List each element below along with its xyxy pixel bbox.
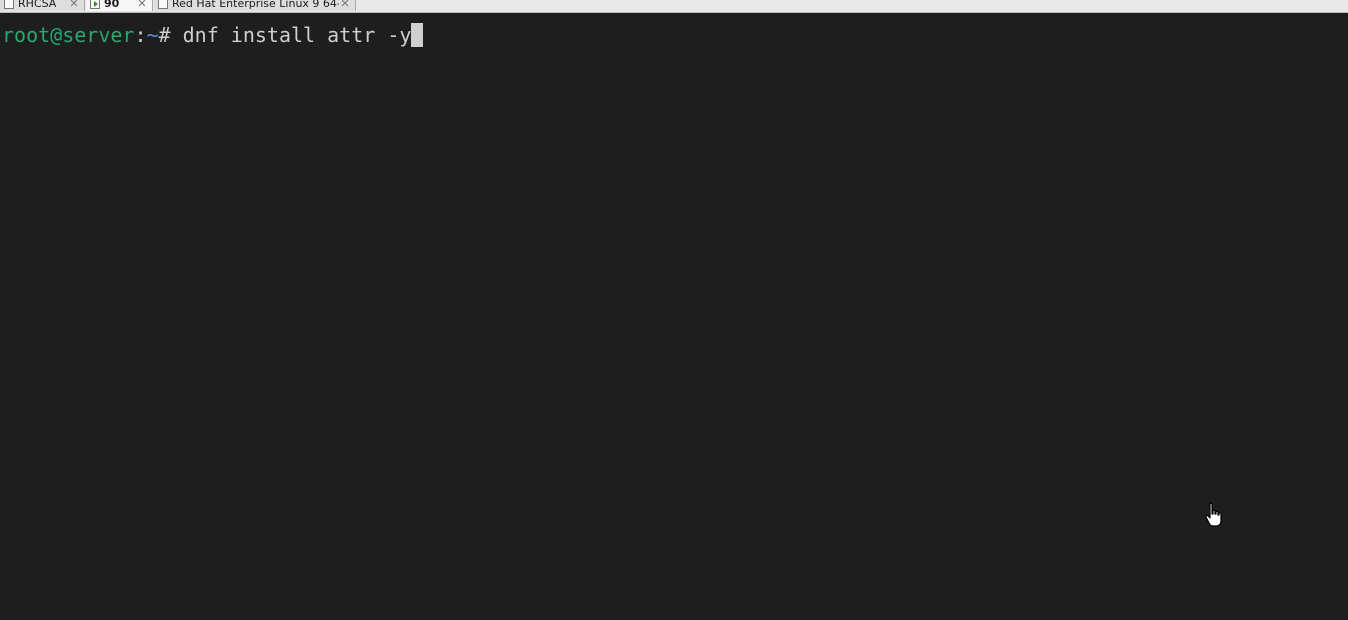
tab-rhcsa[interactable]: RHCSA ✕ [0, 0, 85, 11]
vm-icon [4, 0, 14, 9]
close-icon[interactable]: ✕ [339, 0, 351, 10]
command-input[interactable]: dnf install attr -y [183, 23, 412, 47]
vm-tab-bar: RHCSA ✕ 90 ✕ Red Hat Enterprise Linux 9 … [0, 0, 1348, 13]
tab-label: 90 [104, 0, 120, 10]
close-icon[interactable]: ✕ [136, 0, 148, 10]
tab-label: Red Hat Enterprise Linux 9 64-bit [172, 0, 339, 10]
text-cursor [411, 23, 424, 47]
command-line: root@server:~# dnf install attr -y [2, 23, 424, 47]
vm-icon [158, 0, 168, 9]
close-icon[interactable]: ✕ [68, 0, 80, 10]
prompt-colon: : [134, 23, 147, 47]
tab-90[interactable]: 90 ✕ [86, 0, 153, 11]
vm-running-icon [90, 0, 100, 9]
hand-pointer-icon [1205, 502, 1222, 527]
tab-rhel9[interactable]: Red Hat Enterprise Linux 9 64-bit ✕ [154, 0, 356, 11]
prompt-path: ~ [146, 23, 159, 47]
prompt-symbol: # [158, 23, 183, 47]
tab-label: RHCSA [18, 0, 57, 10]
terminal-console[interactable]: root@server:~# dnf install attr -y [0, 13, 1348, 620]
prompt-user-host: root@server [2, 23, 135, 47]
